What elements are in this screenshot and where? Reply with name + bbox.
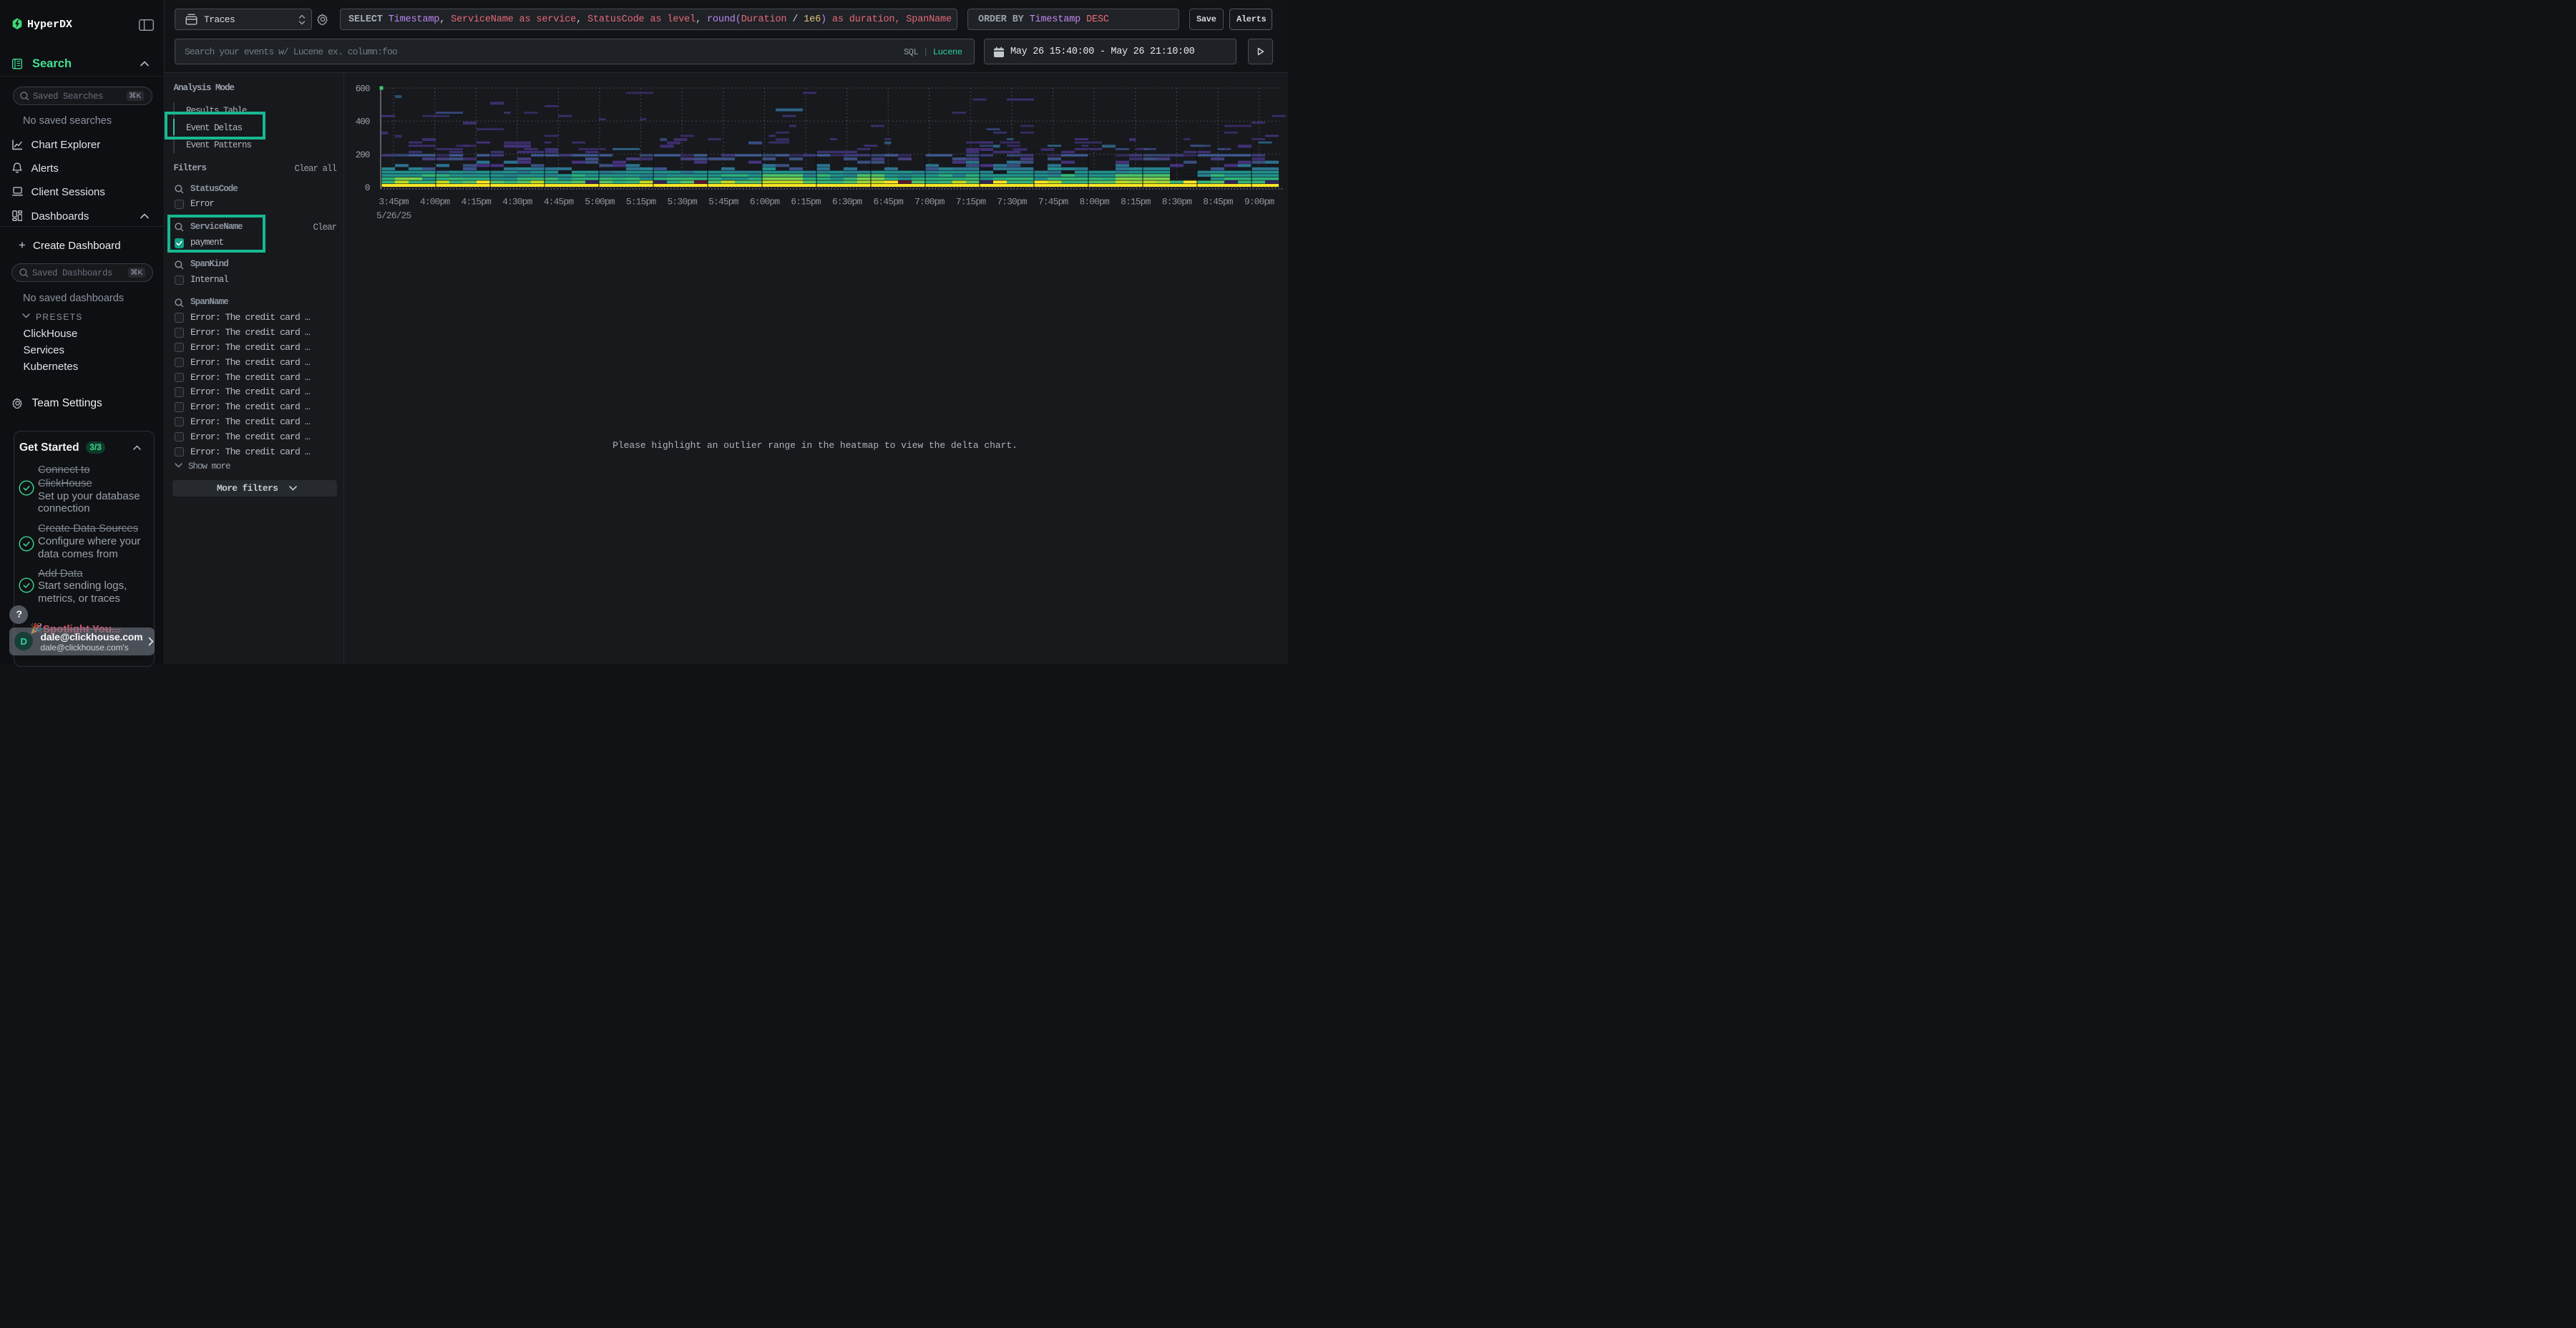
svg-text:7:00pm: 7:00pm bbox=[914, 197, 945, 208]
svg-text:4:15pm: 4:15pm bbox=[461, 197, 492, 208]
svg-text:6:15pm: 6:15pm bbox=[791, 197, 821, 208]
svg-text:4:30pm: 4:30pm bbox=[502, 197, 533, 208]
svg-text:9:00pm: 9:00pm bbox=[1244, 197, 1275, 208]
svg-text:7:45pm: 7:45pm bbox=[1038, 197, 1069, 208]
svg-text:8:00pm: 8:00pm bbox=[1079, 197, 1110, 208]
svg-text:5:30pm: 5:30pm bbox=[667, 197, 698, 208]
svg-text:6:00pm: 6:00pm bbox=[750, 197, 781, 208]
svg-text:Please highlight an outlier ra: Please highlight an outlier range in the… bbox=[613, 440, 1018, 451]
svg-text:200: 200 bbox=[356, 150, 370, 160]
svg-text:8:15pm: 8:15pm bbox=[1121, 197, 1151, 208]
svg-text:7:30pm: 7:30pm bbox=[997, 197, 1028, 208]
svg-text:3:45pm: 3:45pm bbox=[379, 197, 409, 208]
svg-text:0: 0 bbox=[365, 183, 370, 193]
svg-text:400: 400 bbox=[356, 117, 370, 127]
svg-text:5:15pm: 5:15pm bbox=[626, 197, 657, 208]
svg-text:8:45pm: 8:45pm bbox=[1203, 197, 1234, 208]
svg-text:4:45pm: 4:45pm bbox=[544, 197, 575, 208]
svg-text:5/26/25: 5/26/25 bbox=[376, 210, 411, 221]
svg-text:7:15pm: 7:15pm bbox=[956, 197, 987, 208]
svg-text:8:30pm: 8:30pm bbox=[1162, 197, 1193, 208]
svg-text:600: 600 bbox=[356, 84, 370, 94]
svg-text:6:30pm: 6:30pm bbox=[832, 197, 863, 208]
svg-text:5:00pm: 5:00pm bbox=[585, 197, 615, 208]
svg-text:4:00pm: 4:00pm bbox=[420, 197, 451, 208]
svg-text:5:45pm: 5:45pm bbox=[708, 197, 739, 208]
svg-text:6:45pm: 6:45pm bbox=[873, 197, 904, 208]
